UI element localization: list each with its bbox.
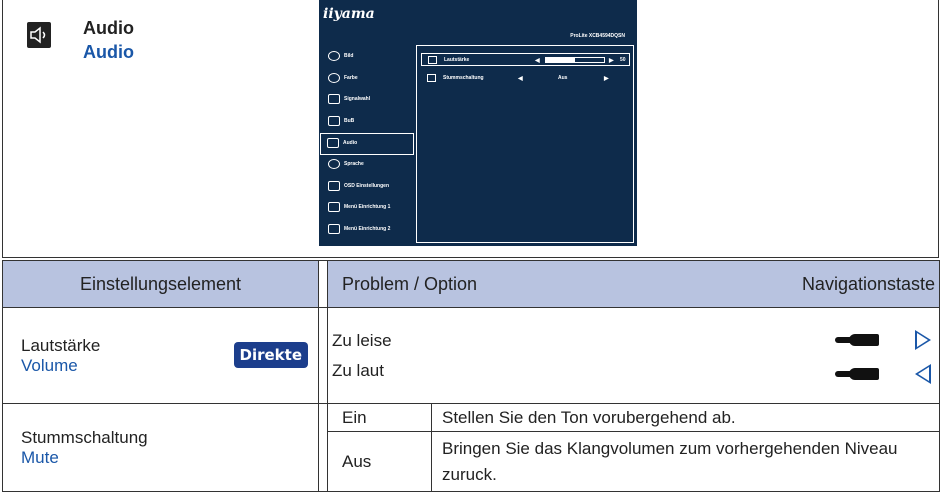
speaker-icon [428,56,437,64]
input-icon [328,94,340,104]
direkt-badge: Direkte [233,342,308,368]
volume-value: 50 [620,57,626,63]
settings-table: Einstellungselement Problem / Option Nav… [2,260,941,492]
osd-menu: Bild Farbe Signalwahl BuB Audio Sprache … [320,47,414,242]
osd-brand-logo: iiyama [323,6,375,22]
mute-icon [427,74,436,82]
header-element: Einstellungselement [2,260,319,308]
header-option-nav: Problem / Option Navigationstaste [326,260,941,308]
table-header-row: Einstellungselement Problem / Option Nav… [2,260,941,308]
mute-value: Aus [558,75,568,81]
arrow-right-icon [915,330,932,350]
cell-mute-name: Stummschaltung Mute [2,403,319,492]
cell-volume-options: Zu leise Zu laut [326,307,941,404]
pointing-hand-icon [835,334,880,346]
arrow-left-icon: ◀ [518,76,523,82]
osd-menu-item-setup2: Menü Einrichtung 2 [322,220,414,242]
pip-icon [328,115,340,126]
table-row-mute-on: Stummschaltung Mute Ein Stellen Sie den … [2,403,941,492]
osd-row-volume: Lautstärke ◀ ▶ 50 [421,53,630,66]
manual-page: Audio Audio iiyama ProLite XCB4594DQSN B… [0,0,941,492]
osd-menu-item-farbe: Farbe [322,69,414,91]
table-row-volume: Lautstärke Volume Direkte Zu leise Zu la… [2,307,941,404]
volume-bar [545,57,605,63]
osd-menu-item-sprache: Sprache [322,155,414,177]
osd-menu-item-bub: BuB [322,112,414,134]
arrow-right-icon: ▶ [609,58,614,64]
header-option: Problem / Option [342,273,478,294]
mute-name-en: Mute [21,447,59,467]
arrow-left-icon: ◀ [535,58,540,64]
volume-bar-fill [546,58,575,62]
section-header-box: Audio Audio iiyama ProLite XCB4594DQSN B… [2,0,939,258]
osd-menu-item-signalwahl: Signalwahl [322,90,414,112]
sliders-icon [328,223,340,234]
osd-submenu-panel: Lautstärke ◀ ▶ 50 Stummschaltung ◀ Aus ▶ [416,45,634,243]
osd-row-mute: Stummschaltung ◀ Aus ▶ [421,72,630,85]
header-nav: Navigationstaste [801,273,936,294]
mute-on-label: Ein [327,403,432,432]
osd-menu-item-audio: Audio [320,133,414,155]
osd-screenshot: iiyama ProLite XCB4594DQSN Bild Farbe Si… [319,0,637,246]
globe-icon [328,159,340,169]
osd-menu-item-bild: Bild [322,47,414,69]
pointing-hand-icon [835,368,880,380]
osd-icon [328,180,340,191]
column-divider [318,260,328,308]
cell-volume-name: Lautstärke Volume Direkte [2,307,319,404]
mute-off-label: Aus [327,431,432,492]
mute-name-de: Stummschaltung [21,427,148,447]
arrow-right-icon: ▶ [604,76,609,82]
arrow-left-icon [915,364,932,384]
brightness-icon [328,51,340,61]
column-divider [318,307,328,404]
column-divider [318,403,328,492]
color-icon [328,72,340,83]
osd-menu-item-osd: OSD Einstellungen [322,177,414,199]
mute-on-desc: Stellen Sie den Ton vorubergehend ab. [430,403,941,432]
sliders-icon [328,202,340,212]
speaker-icon [327,138,339,148]
osd-menu-item-setup1: Menü Einrichtung 1 [322,198,414,220]
section-title-en: Audio [83,42,134,62]
speaker-icon [27,22,51,48]
osd-model: ProLite XCB4594DQSN [570,33,625,39]
mute-off-desc: Bringen Sie das Klangvolumen zum vorherg… [430,431,941,492]
section-title: Audio [83,18,134,38]
